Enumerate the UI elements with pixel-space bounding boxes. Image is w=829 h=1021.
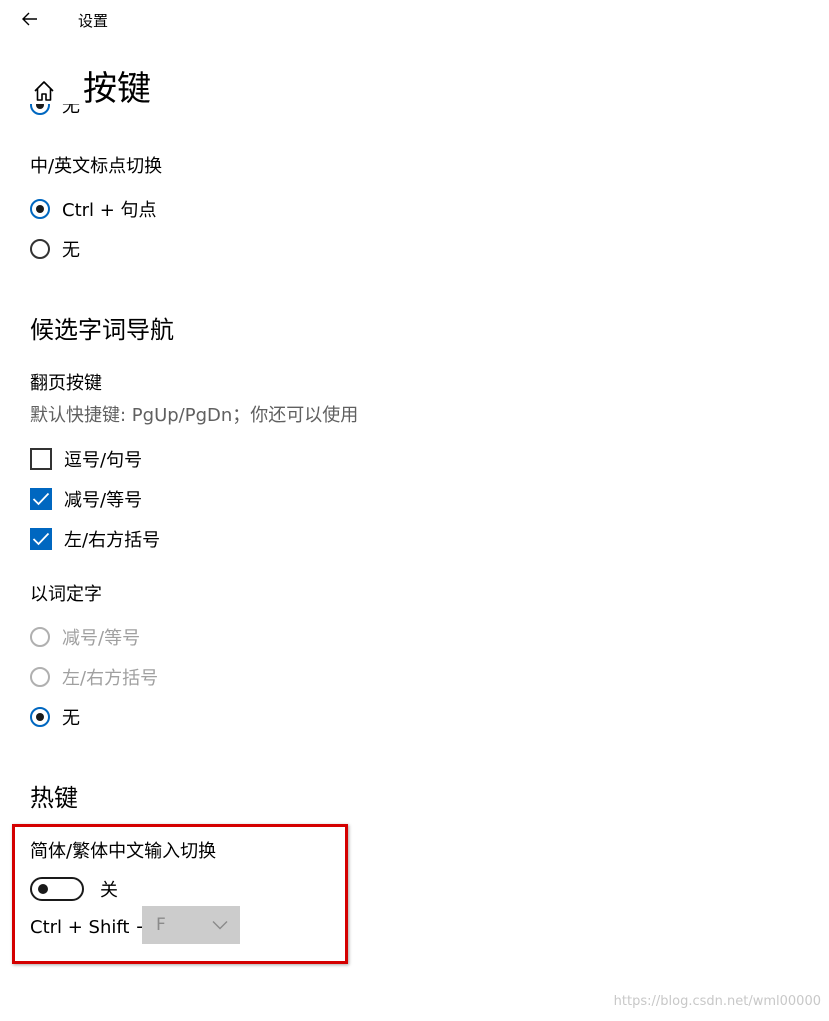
checkbox[interactable]: [30, 528, 52, 550]
back-arrow-icon: [22, 12, 37, 26]
option-label: 无: [62, 708, 80, 729]
checkbox-option-brackets[interactable]: 左/右方括号: [30, 526, 160, 552]
checkbox-option-comma-period[interactable]: 逗号/句号: [30, 446, 142, 472]
option-label: 左/右方括号: [62, 668, 159, 689]
radio-button[interactable]: [30, 707, 50, 727]
checkmark-icon: [32, 492, 50, 506]
punct-option-ctrl-period[interactable]: Ctrl + 句点: [30, 196, 157, 222]
candidate-nav-title: 候选字词导航: [30, 316, 174, 344]
checkbox-option-minus-equal[interactable]: 减号/等号: [30, 486, 142, 512]
home-icon: [34, 81, 54, 101]
shortcut-key-dropdown[interactable]: F: [142, 906, 240, 944]
trad-simp-toggle-row[interactable]: 关: [30, 876, 118, 902]
hotkeys-title: 热键: [30, 784, 78, 812]
watermark: https://blog.csdn.net/wml00000: [613, 994, 821, 1009]
radio-button[interactable]: [30, 667, 50, 687]
option-label: 逗号/句号: [64, 450, 143, 471]
checkmark-icon: [32, 532, 50, 546]
punct-switch-label: 中/英文标点切换: [30, 156, 163, 177]
word-char-option-none[interactable]: 无: [30, 704, 80, 730]
window-title: 设置: [78, 12, 109, 30]
shortcut-prefix: Ctrl + Shift +: [30, 917, 151, 938]
page-keys-label: 翻页按键: [30, 373, 102, 394]
toggle-state-label: 关: [100, 880, 118, 901]
partial-option-clip: 无: [30, 104, 150, 122]
radio-button[interactable]: [30, 239, 50, 259]
option-label: 减号/等号: [62, 628, 141, 649]
option-label: Ctrl + 句点: [62, 200, 157, 221]
toggle-switch[interactable]: [30, 877, 84, 901]
option-label: 左/右方括号: [64, 530, 161, 551]
radio-button[interactable]: [30, 627, 50, 647]
word-char-option-brackets[interactable]: 左/右方括号: [30, 664, 158, 690]
partial-radio-option[interactable]: 无: [30, 104, 80, 118]
dropdown-value: F: [156, 915, 166, 935]
option-label: 无: [62, 240, 80, 261]
chevron-down-icon: [212, 921, 228, 930]
checkbox[interactable]: [30, 448, 52, 470]
back-button[interactable]: [14, 4, 46, 34]
radio-button[interactable]: [30, 199, 50, 219]
option-label: 减号/等号: [64, 490, 143, 511]
radio-button[interactable]: [30, 104, 50, 115]
word-to-char-label: 以词定字: [30, 584, 102, 605]
toggle-knob: [38, 884, 48, 894]
checkbox[interactable]: [30, 488, 52, 510]
trad-simp-switch-label: 简体/繁体中文输入切换: [30, 841, 217, 862]
word-char-option-minus-equal[interactable]: 减号/等号: [30, 624, 140, 650]
punct-option-none[interactable]: 无: [30, 236, 80, 262]
option-label: 无: [62, 104, 80, 117]
page-keys-description: 默认快捷键: PgUp/PgDn；你还可以使用: [30, 405, 359, 426]
